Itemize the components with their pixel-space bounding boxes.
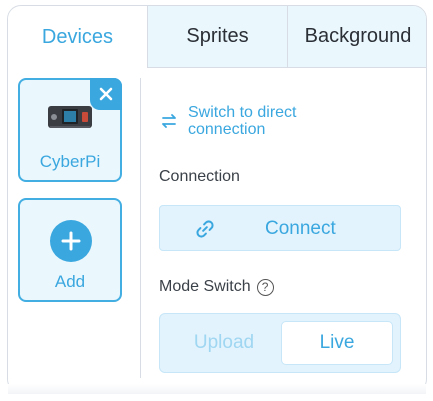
mode-option-live[interactable]: Live — [281, 321, 393, 365]
link-icon — [196, 220, 214, 238]
device-card-cyberpi[interactable]: CyberPi — [18, 78, 122, 182]
plus-icon — [50, 220, 92, 262]
cyberpi-board-icon — [48, 106, 92, 128]
remove-device-button[interactable] — [90, 78, 122, 110]
tab-sprites[interactable]: Sprites — [148, 6, 288, 68]
mode-switch-label: Mode Switch — [159, 278, 251, 295]
mode-option-upload[interactable]: Upload — [168, 321, 280, 365]
device-name: CyberPi — [39, 152, 101, 171]
panel-bottom-shadow — [8, 384, 426, 394]
connection-label: Connection — [159, 168, 240, 185]
close-icon — [99, 87, 113, 101]
connect-button[interactable]: Connect — [159, 205, 401, 251]
swap-arrows-icon — [162, 114, 176, 128]
tab-bar: Devices Sprites Background — [8, 6, 426, 68]
add-device-label: Add — [54, 272, 86, 291]
tab-background[interactable]: Background — [288, 6, 426, 68]
question-icon[interactable]: ? — [256, 278, 274, 296]
connect-button-label: Connect — [265, 218, 336, 239]
tab-devices[interactable]: Devices — [8, 6, 148, 68]
vertical-divider — [140, 78, 141, 378]
switch-link-label: Switch to direct connection — [188, 104, 297, 138]
add-device-button[interactable]: Add — [18, 198, 122, 302]
mode-switch-label-row: Mode Switch ? — [159, 278, 274, 296]
mode-switch: Upload Live — [159, 313, 401, 373]
